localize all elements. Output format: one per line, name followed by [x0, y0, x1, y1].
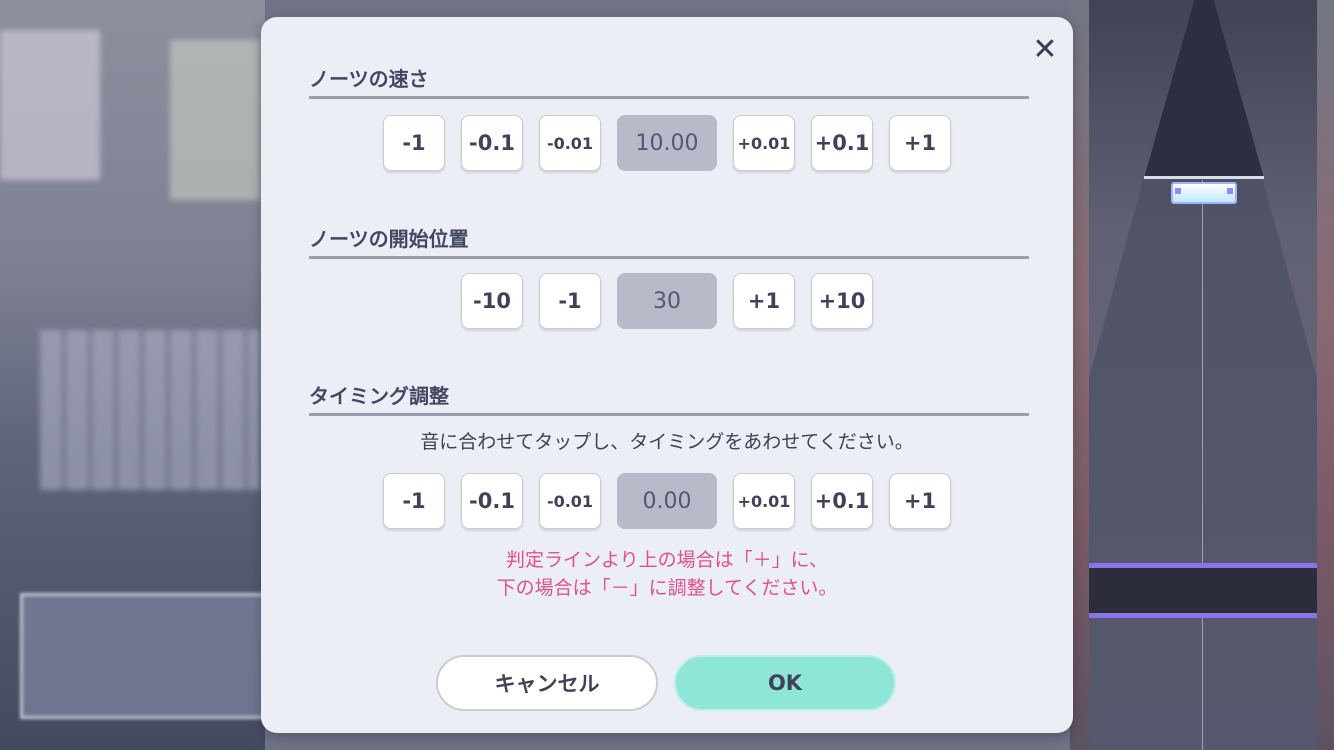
cancel-button[interactable]: キャンセル — [436, 655, 658, 711]
section-title-start-position: ノーツの開始位置 — [309, 223, 1029, 259]
speed-value: 10.00 — [617, 115, 717, 171]
background-poster — [170, 40, 260, 200]
judgement-line-upper — [1089, 563, 1317, 568]
background-thumbnail — [20, 593, 271, 719]
lane-spread — [1089, 178, 1317, 750]
ok-button[interactable]: OK — [674, 655, 896, 711]
timing-controls: -1 -0.1 -0.01 0.00 +0.01 +0.1 +1 — [261, 473, 1073, 529]
timing-minus-0.01-button[interactable]: -0.01 — [539, 473, 601, 529]
timing-plus-0.1-button[interactable]: +0.1 — [811, 473, 873, 529]
timing-value: 0.00 — [617, 473, 717, 529]
position-value: 30 — [617, 273, 717, 329]
timing-description: 音に合わせてタップし、タイミングをあわせてください。 — [420, 431, 914, 453]
position-minus-10-button[interactable]: -10 — [461, 273, 523, 329]
timing-minus-0.1-button[interactable]: -0.1 — [461, 473, 523, 529]
timing-minus-1-button[interactable]: -1 — [383, 473, 445, 529]
judgement-line-lower — [1089, 613, 1317, 618]
section-title-note-speed: ノーツの速さ — [309, 63, 1029, 99]
position-plus-1-button[interactable]: +1 — [733, 273, 795, 329]
speed-plus-1-button[interactable]: +1 — [889, 115, 951, 171]
position-minus-1-button[interactable]: -1 — [539, 273, 601, 329]
speed-minus-1-button[interactable]: -1 — [383, 115, 445, 171]
preview-note — [1171, 182, 1237, 204]
background-poster — [0, 30, 100, 180]
close-icon[interactable]: ✕ — [1023, 27, 1067, 71]
lane-divider — [1202, 180, 1203, 750]
timing-hint-line-1: 判定ラインより上の場合は「＋」に、 — [505, 549, 829, 571]
speed-plus-0.01-button[interactable]: +0.01 — [733, 115, 795, 171]
judgement-zone — [1089, 568, 1317, 613]
timing-hint-line-2: 下の場合は「－」に調整してください。 — [496, 577, 838, 599]
speed-minus-0.01-button[interactable]: -0.01 — [539, 115, 601, 171]
note-spawn-line — [1144, 176, 1264, 179]
start-position-controls: -10 -1 30 +1 +10 — [261, 273, 1073, 329]
position-plus-10-button[interactable]: +10 — [811, 273, 873, 329]
note-speed-controls: -1 -0.1 -0.01 10.00 +0.01 +0.1 +1 — [261, 115, 1073, 171]
note-settings-dialog: ✕ ノーツの速さ -1 -0.1 -0.01 10.00 +0.01 +0.1 … — [261, 17, 1073, 733]
timing-plus-0.01-button[interactable]: +0.01 — [733, 473, 795, 529]
timing-plus-1-button[interactable]: +1 — [889, 473, 951, 529]
speed-plus-0.1-button[interactable]: +0.1 — [811, 115, 873, 171]
speed-minus-0.1-button[interactable]: -0.1 — [461, 115, 523, 171]
section-title-timing: タイミング調整 — [309, 380, 1029, 416]
background-shelf — [40, 330, 260, 490]
